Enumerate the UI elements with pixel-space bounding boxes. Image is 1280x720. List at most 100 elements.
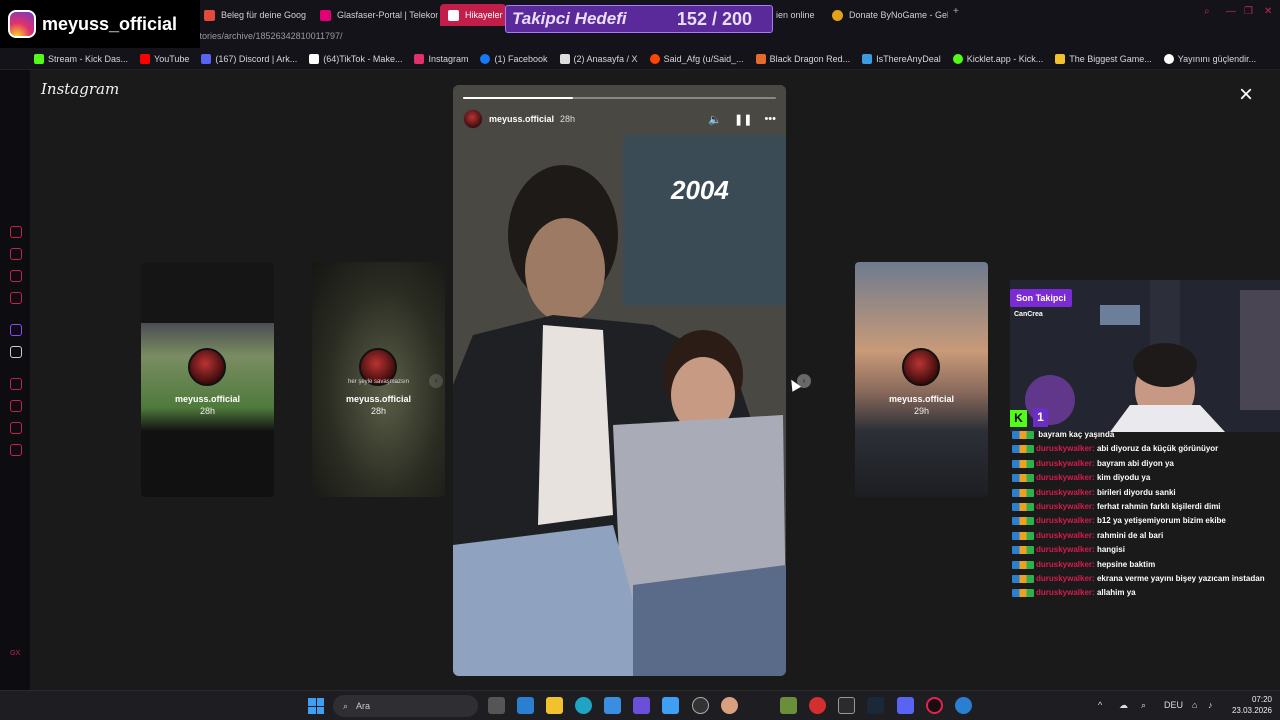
story-progress-bar xyxy=(463,97,776,99)
extensions-icon[interactable] xyxy=(10,422,22,434)
steam-icon[interactable] xyxy=(867,697,884,714)
gmail-side-icon[interactable] xyxy=(10,292,22,304)
taskbar-search[interactable]: ⌕ Ara xyxy=(333,695,478,717)
gx-icon[interactable]: GX xyxy=(10,650,22,662)
shopping-icon[interactable] xyxy=(10,248,22,260)
store-icon[interactable] xyxy=(604,697,621,714)
bookmark-label: Said_Afg (u/Said_... xyxy=(663,53,744,64)
tab-telekom[interactable]: Glasfaser-Portal | Telekom xyxy=(312,4,438,26)
chat-text: hangisi xyxy=(1096,545,1125,555)
close-window-icon[interactable]: ✕ xyxy=(1264,6,1272,17)
minimize-icon[interactable]: — xyxy=(1226,6,1236,17)
chat-message: duruskywalker: hepsine baktim xyxy=(1012,558,1274,572)
bookmark-reddit[interactable]: Said_Afg (u/Said_... xyxy=(649,53,744,64)
story-preview[interactable]: her şeyle savaşmazsın meyuss.official 28… xyxy=(312,262,445,497)
tray-chevron-icon[interactable]: ^ xyxy=(1098,700,1102,710)
tab-online[interactable]: ien online xyxy=(768,4,820,26)
more-options-icon[interactable]: ••• xyxy=(764,113,776,126)
prev-story-arrow-icon[interactable]: ‹ xyxy=(429,374,443,388)
volume-tray-icon[interactable]: ♪ xyxy=(1208,700,1213,710)
minecraft-icon[interactable] xyxy=(780,697,797,714)
blue-app-icon[interactable] xyxy=(955,697,972,714)
aria-icon[interactable] xyxy=(10,226,22,238)
chat-badges-icon xyxy=(1012,430,1034,439)
tab-google-play[interactable]: Beleg für deine Google Pl xyxy=(196,4,306,26)
settings-icon[interactable] xyxy=(10,444,22,456)
tab-label: Glasfaser-Portal | Telekom xyxy=(337,10,438,20)
bookmark-label: The Biggest Game... xyxy=(1069,53,1152,64)
last-follower-label: Son Takipci xyxy=(1010,289,1072,307)
bookmark-kick[interactable]: Stream - Kick Das... xyxy=(34,53,128,64)
active-story[interactable]: meyuss.official 28h 🔈 ❚❚ ••• 2004 xyxy=(453,85,786,676)
system-clock[interactable]: 07:20 23.03.2026 xyxy=(1228,694,1272,716)
edge-icon[interactable] xyxy=(575,697,592,714)
search-icon: ⌕ xyxy=(343,700,349,711)
bookmark-label: (2) Anasayfa / X xyxy=(573,53,638,64)
opera-gx-icon[interactable] xyxy=(926,697,943,714)
chat-badges-icon xyxy=(1012,459,1034,468)
chat-username: duruskywalker: xyxy=(1036,545,1095,555)
messenger-icon[interactable] xyxy=(10,270,22,282)
chat-username: duruskywalker: xyxy=(1036,559,1095,569)
widgets-icon[interactable] xyxy=(517,697,534,714)
chat-username: duruskywalker: xyxy=(1036,574,1095,584)
bookmark-tiktok[interactable]: (64)TikTok - Make... xyxy=(309,53,402,64)
story-caption: her şeyle savaşmazsın xyxy=(347,379,410,385)
story-username: meyuss.official xyxy=(345,394,412,404)
volume-icon[interactable]: 🔈 xyxy=(708,113,722,126)
mic-icon[interactable]: ⌕ xyxy=(1141,700,1146,711)
network-icon[interactable]: ⌂ xyxy=(1192,700,1197,710)
tab-instagram-stories[interactable]: Hikayeler xyxy=(440,4,506,26)
chat-username: duruskywalker: xyxy=(1036,473,1095,483)
twitch-icon[interactable] xyxy=(10,324,22,336)
bookmark-biggest-game[interactable]: The Biggest Game... xyxy=(1055,53,1152,64)
language-indicator[interactable]: DEU xyxy=(1164,700,1183,710)
chat-badges-icon xyxy=(1012,589,1034,598)
pause-icon[interactable]: ❚❚ xyxy=(734,113,752,126)
story-preview[interactable]: meyuss.official 29h xyxy=(855,262,988,497)
photos-icon[interactable] xyxy=(662,697,679,714)
player-side-icon[interactable] xyxy=(10,378,22,390)
game-icon xyxy=(1055,53,1066,64)
bookmark-kicklet[interactable]: Kicklet.app - Kick... xyxy=(952,53,1043,64)
story-username: meyuss.official xyxy=(174,394,241,404)
search-tabs-icon[interactable]: ⌕ xyxy=(1204,6,1210,17)
bookmark-boost-stream[interactable]: Yayınını güçlendir... xyxy=(1163,53,1256,64)
red-app-icon[interactable] xyxy=(809,697,826,714)
task-view-icon[interactable] xyxy=(488,697,505,714)
bookmark-instagram[interactable]: Instagram xyxy=(414,53,468,64)
bookmark-youtube[interactable]: YouTube xyxy=(140,53,189,64)
onedrive-icon[interactable]: ☁ xyxy=(1119,700,1128,711)
chat-username: duruskywalker: xyxy=(1036,502,1095,512)
bookmark-label: Black Dragon Red... xyxy=(769,53,851,64)
apps-grid-icon[interactable] xyxy=(633,697,650,714)
restore-icon[interactable]: ❐ xyxy=(1244,6,1253,17)
new-tab-icon[interactable]: + xyxy=(953,6,959,17)
avatar[interactable] xyxy=(463,109,483,129)
tab-bynogame[interactable]: Donate ByNoGame - Gelen xyxy=(824,4,948,26)
file-explorer-icon[interactable] xyxy=(546,697,563,714)
history-icon[interactable] xyxy=(10,400,22,412)
epic-games-icon[interactable] xyxy=(838,697,855,714)
story-username[interactable]: meyuss.official xyxy=(489,114,554,124)
bookmark-black-dragon[interactable]: Black Dragon Red... xyxy=(755,53,851,64)
story-preview[interactable]: meyuss.official 28h xyxy=(141,262,274,497)
chat-text: hepsine baktim xyxy=(1096,559,1156,569)
chat-message: duruskywalker: abi diyoruz da küçük görü… xyxy=(1012,442,1274,456)
instagram-logo[interactable]: Instagram xyxy=(41,80,119,98)
windows-start-icon[interactable] xyxy=(308,698,324,714)
bookmark-facebook[interactable]: (1) Facebook xyxy=(480,53,548,64)
close-icon[interactable]: × xyxy=(1235,83,1257,107)
chat-text: kim diyodu ya xyxy=(1096,473,1151,483)
chat-badges-icon xyxy=(1012,517,1034,526)
avatar xyxy=(188,348,226,386)
bookmark-x[interactable]: (2) Anasayfa / X xyxy=(559,53,638,64)
story-progress-fill xyxy=(463,97,573,99)
x-side-icon[interactable] xyxy=(10,346,22,358)
chat-text: b12 ya yetişemiyorum bizim ekibe xyxy=(1096,516,1226,526)
bookmark-isthereanydeal[interactable]: IsThereAnyDeal xyxy=(862,53,941,64)
obs-icon[interactable] xyxy=(692,697,709,714)
bookmark-discord[interactable]: (167) Discord | Ark... xyxy=(201,53,297,64)
avatar-app-icon[interactable] xyxy=(721,697,738,714)
discord-icon[interactable] xyxy=(897,697,914,714)
